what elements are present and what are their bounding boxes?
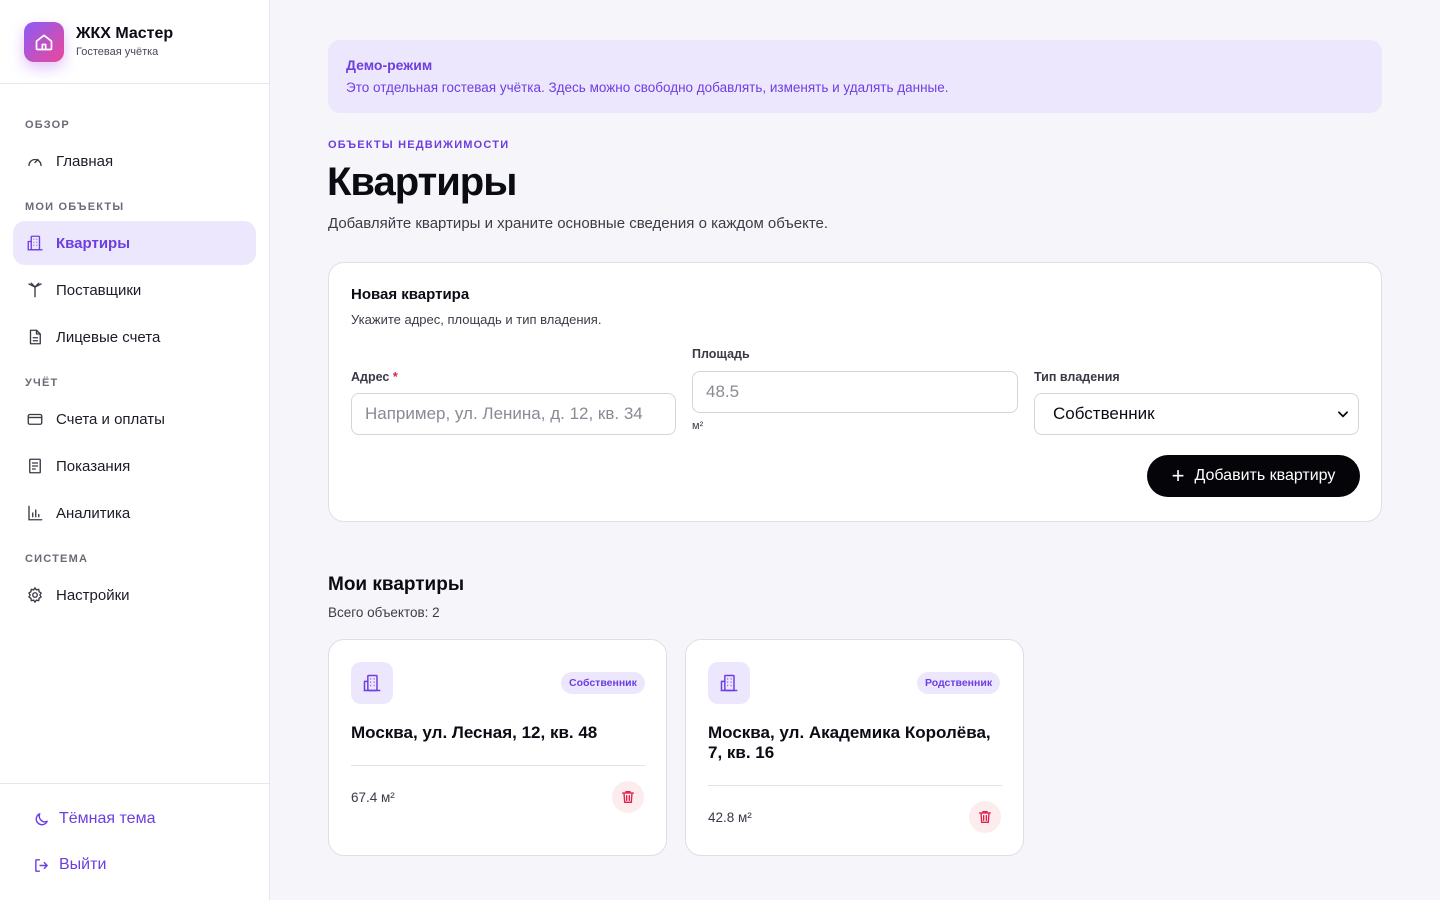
apartment-card[interactable]: Собственник Москва, ул. Лесная, 12, кв. … [328,639,667,856]
sidebar-item-label: Главная [56,152,114,170]
page-title: Квартиры [327,160,517,204]
ownership-selected-value: Собственник [1053,404,1155,423]
area-label: Площадь [692,347,750,361]
trash-icon [622,791,634,803]
brand: ЖКХ Мастер Гостевая учётка [0,0,269,84]
divider [708,785,1002,786]
chevron-down-icon [1338,411,1348,418]
dark-theme-label: Тёмная тема [59,810,156,827]
address-label: Адрес * [351,370,398,384]
apartment-area: 42.8 м² [708,810,752,825]
building-icon [351,662,393,704]
address-input[interactable] [351,393,676,435]
building-icon [708,662,750,704]
sidebar-item-apartments[interactable]: Квартиры [13,221,256,265]
page-eyebrow: ОБЪЕКТЫ НЕДВИЖИМОСТИ [328,139,510,151]
brand-title: ЖКХ Мастер [76,24,174,42]
bar-chart-icon [28,505,43,521]
apartment-area: 67.4 м² [351,790,395,805]
sidebar-item-label: Аналитика [56,504,131,522]
logout-icon [35,858,48,872]
credit-card-icon [27,413,43,425]
building-icon [27,235,43,251]
plus-icon: + [1171,463,1185,488]
apartment-address: Москва, ул. Лесная, 12, кв. 48 [351,723,598,742]
sidebar-item-label: Счета и оплаты [56,410,165,428]
add-apartment-label: Добавить квартиру [1194,467,1336,484]
sidebar-item-label: Показания [56,457,131,475]
delete-apartment-button[interactable] [612,781,644,813]
ownership-badge: Родственник [917,672,1001,694]
form-subtitle: Укажите адрес, площадь и тип владения. [351,312,602,327]
sidebar-item-label: Настройки [56,586,130,604]
sidebar-item-label: Лицевые счета [56,328,161,346]
brand-subtitle: Гостевая учётка [76,45,159,58]
demo-banner-text: Это отдельная гостевая учётка. Здесь мож… [346,80,949,95]
ownership-badge: Собственник [561,672,645,694]
trash-icon [979,811,991,823]
apartments-count: Всего объектов: 2 [328,605,440,620]
new-apartment-form: Новая квартира Укажите адрес, площадь и … [328,262,1382,522]
required-mark: * [392,370,398,384]
divider [351,765,645,766]
form-title: Новая квартира [351,286,470,303]
gear-icon [28,586,42,604]
nav-section-my-objects: МОИ ОБЪЕКТЫ [25,201,125,213]
sidebar-footer: Тёмная тема Выйти [0,783,269,900]
apartments-list-title: Мои квартиры [328,574,465,595]
apartment-card[interactable]: Родственник Москва, ул. Академика Королё… [685,639,1024,856]
sidebar-item-accounts[interactable]: Лицевые счета [13,315,256,359]
home-logo-icon [24,21,64,62]
sidebar-item-label: Квартиры [56,234,131,252]
moon-icon [35,812,48,825]
delete-apartment-button[interactable] [969,801,1001,833]
ownership-label: Тип владения [1034,370,1120,384]
sidebar-item-settings[interactable]: Настройки [13,573,256,617]
logout-button[interactable]: Выйти [33,856,106,874]
ownership-select[interactable]: Собственник [1034,393,1359,435]
sidebar: ЖКХ Мастер Гостевая учётка ОБЗОР Главная… [0,0,270,900]
apartment-address: Москва, ул. Академика Королёва, 7, кв. 1… [708,723,991,762]
sidebar-item-home[interactable]: Главная [13,139,256,183]
sidebar-item-providers[interactable]: Поставщики [13,268,256,312]
sidebar-item-bills[interactable]: Счета и оплаты [13,397,256,441]
sidebar-item-label: Поставщики [56,281,142,299]
demo-banner-title: Демо-режим [346,57,433,73]
area-unit: м² [692,420,704,432]
logout-label: Выйти [59,856,107,873]
gauge-icon [28,158,42,167]
area-input[interactable] [692,371,1018,413]
sidebar-item-analytics[interactable]: Аналитика [13,491,256,535]
dark-theme-toggle[interactable]: Тёмная тема [33,810,155,828]
receipt-icon [29,458,41,474]
nav-section-system: СИСТЕМА [25,553,89,565]
nav-section-overview: ОБЗОР [25,119,70,131]
nav-section-accounting: УЧЁТ [25,377,59,389]
page-subtitle: Добавляйте квартиры и храните основные с… [328,215,829,232]
document-icon [29,329,41,345]
demo-banner: Демо-режим Это отдельная гостевая учётка… [328,40,1382,113]
add-apartment-button[interactable]: + Добавить квартиру [1147,455,1360,497]
main-content: Демо-режим Это отдельная гостевая учётка… [270,0,1440,900]
sidebar-item-readings[interactable]: Показания [13,444,256,488]
antenna-icon [28,282,42,298]
